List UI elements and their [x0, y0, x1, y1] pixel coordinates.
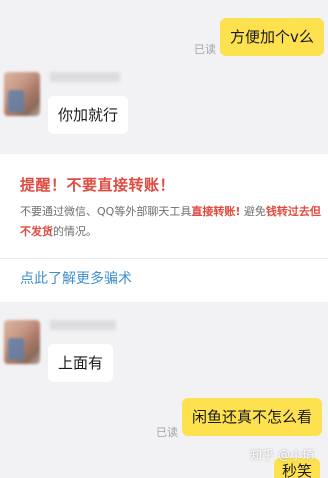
learn-more-scams-link[interactable]: 点此了解更多骗术 — [20, 268, 132, 288]
warning-highlight: 不发货 — [20, 225, 53, 238]
outgoing-message-bubble[interactable]: 方便加个v么 — [220, 18, 324, 56]
watermark: 知乎 @小琦 — [250, 448, 314, 462]
outgoing-message-bubble[interactable]: 闲鱼还真不怎么看 — [182, 398, 323, 436]
read-receipt: 已读 — [194, 43, 216, 56]
contact-avatar[interactable] — [4, 320, 40, 364]
contact-nickname-blurred — [50, 320, 116, 330]
anti-fraud-warning-card: 提醒！不要直接转账！ 不要通过微信、QQ等外部聊天工具直接转账! 避免钱转过去但… — [0, 154, 328, 302]
warning-highlight: 钱转过去但 — [265, 205, 321, 218]
contact-nickname-blurred — [50, 72, 120, 82]
card-divider — [0, 258, 328, 259]
warning-text: 避免 — [240, 205, 266, 218]
read-receipt: 已读 — [156, 426, 178, 439]
warning-highlight: 直接转账! — [191, 205, 241, 218]
contact-avatar[interactable] — [4, 72, 40, 116]
chat-screen: 已读 方便加个v么 你加就行 提醒！不要直接转账！ 不要通过微信、QQ等外部聊天… — [0, 0, 328, 478]
warning-body: 不要通过微信、QQ等外部聊天工具直接转账! 避免钱转过去但 不发货的情况。 — [20, 202, 328, 242]
warning-text: 不要通过微信、QQ等外部聊天工具 — [20, 205, 192, 218]
incoming-message-bubble[interactable]: 上面有 — [48, 344, 114, 382]
warning-text: 的情况。 — [53, 225, 97, 238]
warning-title: 提醒！不要直接转账！ — [20, 176, 176, 194]
incoming-message-bubble[interactable]: 你加就行 — [48, 96, 129, 134]
